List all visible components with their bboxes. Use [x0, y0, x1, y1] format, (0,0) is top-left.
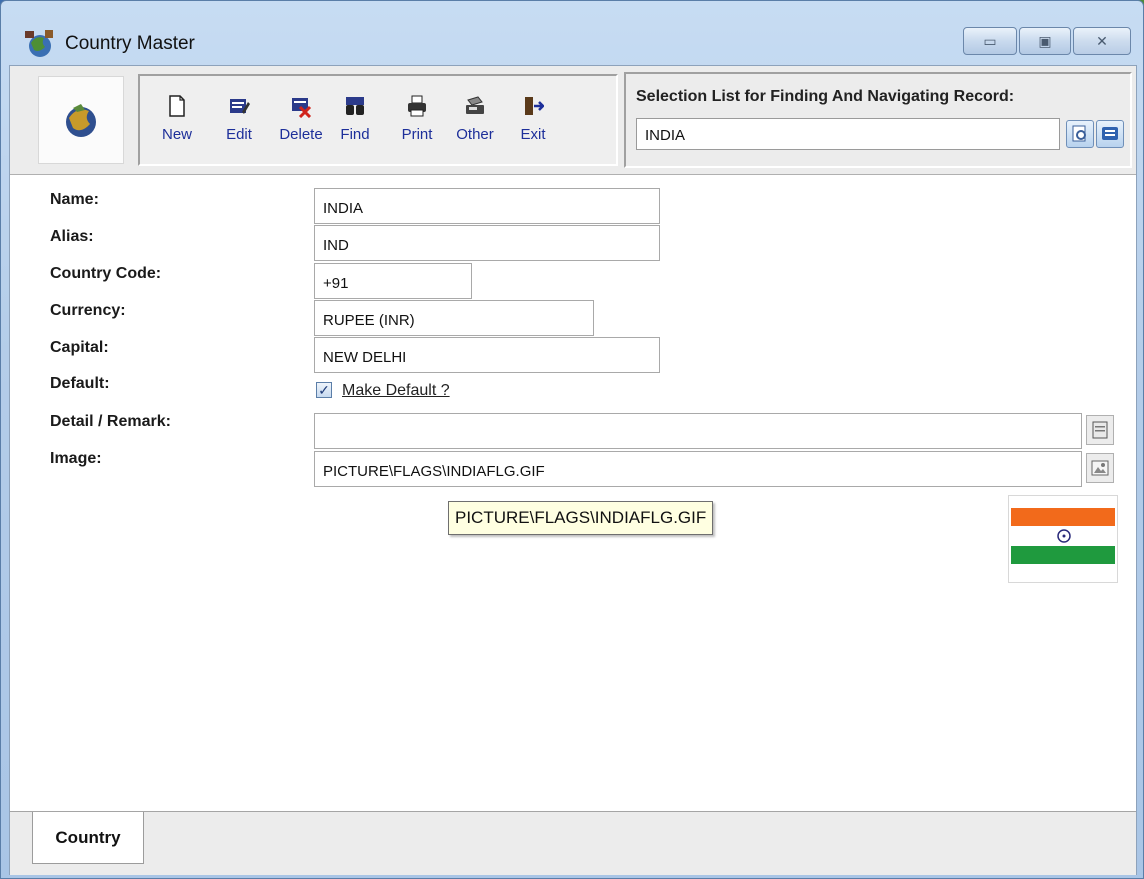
close-button[interactable]: ✕	[1073, 27, 1131, 55]
detail-remark-field[interactable]	[314, 413, 1082, 449]
checkmark-icon: ✓	[318, 382, 330, 398]
exit-door-icon	[525, 97, 544, 115]
other-button[interactable]: Other	[446, 92, 504, 158]
currency-label: Currency:	[50, 302, 126, 319]
selection-list-panel: Selection List for Finding And Navigatin…	[624, 72, 1132, 168]
selection-list-label: Selection List for Finding And Navigatin…	[636, 88, 1015, 105]
capital-label: Capital:	[50, 339, 109, 356]
new-label: New	[161, 126, 192, 143]
exit-button[interactable]: Exit	[504, 92, 562, 158]
print-button[interactable]: Print	[388, 92, 446, 158]
other-label: Other	[456, 126, 494, 143]
find-binoculars-icon	[346, 97, 364, 115]
make-default-checkbox[interactable]: ✓	[316, 382, 332, 398]
client-area: New Edit Delete Find Print Other Exit Se…	[9, 65, 1137, 875]
image-picker-icon	[1091, 460, 1109, 476]
country-flag-image	[1008, 495, 1118, 583]
name-field[interactable]: INDIA	[314, 188, 660, 224]
detail-remark-label: Detail / Remark:	[50, 413, 171, 430]
print-label: Print	[401, 126, 433, 143]
app-globe-icon	[25, 30, 53, 57]
delete-icon	[292, 98, 312, 118]
logo	[38, 76, 124, 164]
alias-field[interactable]: IND	[314, 225, 660, 261]
toolbar-button-group: New Edit Delete Find Print Other Exit	[138, 74, 618, 166]
currency-field[interactable]: RUPEE (INR)	[314, 300, 594, 336]
maximize-button[interactable]: ▣	[1019, 27, 1071, 55]
image-path-field[interactable]: PICTURE\FLAGS\INDIAFLG.GIF	[314, 451, 1082, 487]
capital-field[interactable]: NEW DELHI	[314, 337, 660, 373]
india-flag-icon	[1011, 508, 1115, 564]
country-code-label: Country Code:	[50, 265, 162, 282]
search-list-icon	[1072, 125, 1086, 142]
edit-button[interactable]: Edit	[210, 92, 268, 158]
edit-icon	[230, 99, 250, 114]
country-master-window: Country Master ▭ ▣ ✕ New Edit Delete Fin…	[0, 0, 1144, 879]
alias-label: Alias:	[50, 228, 94, 245]
maximize-icon: ▣	[1038, 32, 1052, 49]
country-form: Name: INDIA Alias: IND Country Code: +91…	[10, 175, 1136, 811]
image-label: Image:	[50, 450, 102, 467]
new-button[interactable]: New	[148, 92, 206, 158]
new-document-icon	[169, 95, 185, 117]
other-icon	[466, 96, 484, 114]
minimize-icon: ▭	[983, 32, 997, 49]
country-code-field[interactable]: +91	[314, 263, 472, 299]
delete-button[interactable]: Delete	[272, 92, 330, 158]
globe-logo-icon	[66, 104, 96, 137]
grid-icon	[1102, 127, 1118, 140]
grid-list-button[interactable]	[1096, 120, 1124, 148]
name-label: Name:	[50, 191, 99, 208]
window-title: Country Master	[65, 33, 195, 54]
detail-editor-button[interactable]	[1086, 415, 1114, 445]
tab-bar: Country	[10, 811, 1136, 875]
tab-country[interactable]: Country	[32, 812, 144, 864]
edit-label: Edit	[226, 126, 252, 143]
image-path-tooltip: PICTURE\FLAGS\INDIAFLG.GIF	[448, 501, 714, 535]
default-label: Default:	[50, 375, 110, 392]
notepad-icon	[1092, 421, 1108, 439]
find-button[interactable]: Find	[326, 92, 384, 158]
close-icon: ✕	[1096, 32, 1108, 49]
title-bar[interactable]: Country Master ▭ ▣ ✕	[1, 1, 1143, 65]
delete-label: Delete	[279, 126, 323, 143]
make-default-label[interactable]: Make Default ?	[342, 382, 450, 400]
find-label: Find	[340, 126, 370, 143]
minimize-button[interactable]: ▭	[963, 27, 1017, 55]
toolbar: New Edit Delete Find Print Other Exit Se…	[10, 66, 1136, 175]
selection-list-input[interactable]: INDIA	[636, 118, 1060, 150]
image-browse-button[interactable]	[1086, 453, 1114, 483]
exit-label: Exit	[520, 126, 546, 143]
printer-icon	[408, 95, 426, 117]
browse-list-button[interactable]	[1066, 120, 1094, 148]
